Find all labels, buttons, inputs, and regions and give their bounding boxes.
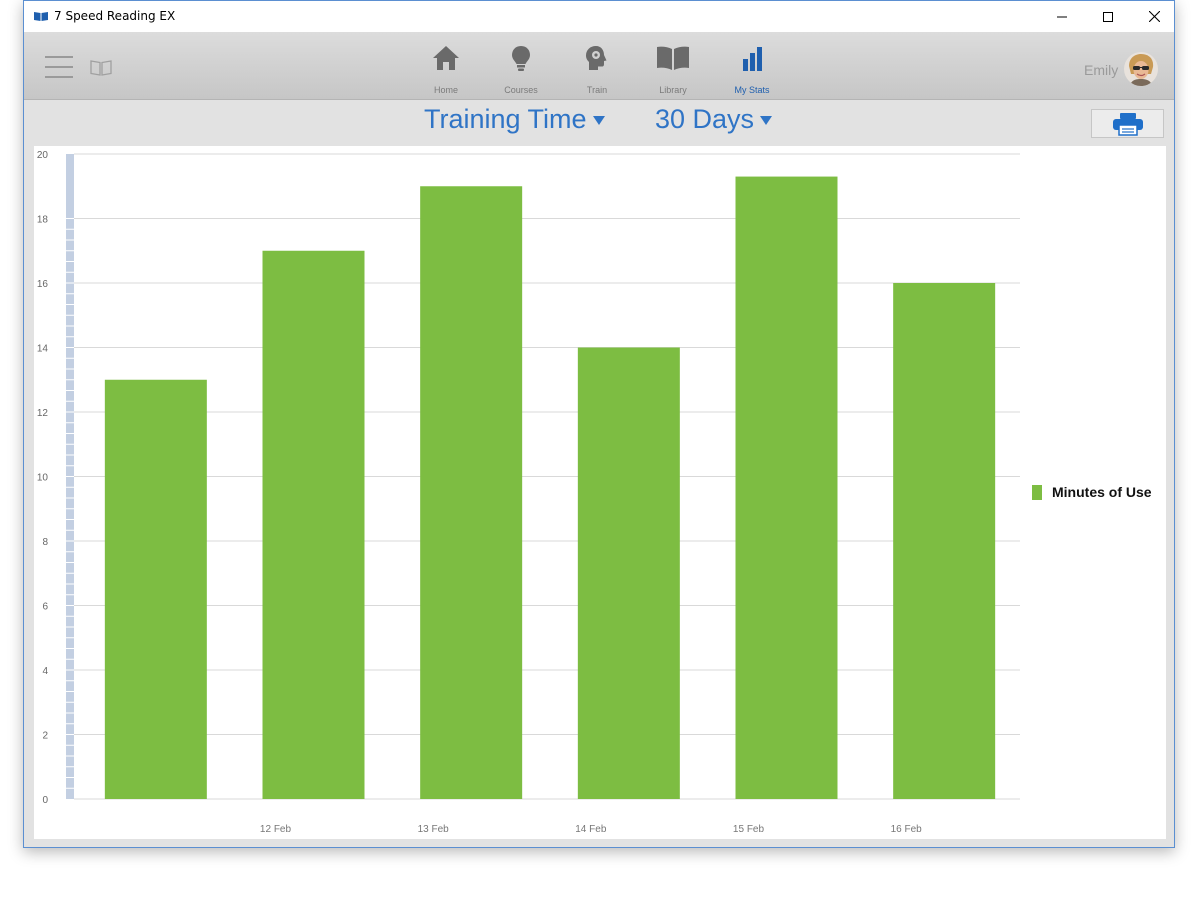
maximize-button[interactable] [1085,1,1131,32]
nav-my-stats[interactable]: My Stats [717,44,787,96]
x-tick-label: 13 Feb [418,824,450,835]
bar [262,250,365,799]
user-avatar-image [1124,52,1158,86]
open-book-icon [657,46,689,70]
y-tick-label: 10 [37,473,49,484]
hamburger-line [45,56,73,58]
chart-panel: 0 2 4 6 8 10 12 14 16 18 20 12 Feb 13 Feb 14 Feb 15 Fe… [34,146,1166,839]
y-tick-label: 16 [37,279,49,290]
y-tick-label: 12 [37,408,49,419]
minimize-button[interactable] [1039,1,1085,32]
hamburger-line [45,76,73,78]
maximize-icon [1103,11,1113,22]
legend-swatch [1032,484,1042,500]
y-tick-label: 4 [42,666,48,677]
bar-chart-icon [743,47,762,71]
nav-train[interactable]: Train [562,44,632,96]
nav-library[interactable]: Library [638,44,708,96]
lightbulb-icon [512,46,530,71]
printer-icon [1112,112,1143,136]
window-title: 7 Speed Reading EX [54,9,176,23]
x-tick-label: 15 Feb [733,824,765,835]
bar [104,379,207,799]
user-name[interactable]: Emily [1084,62,1118,78]
range-dropdown[interactable]: 30 Days [655,104,773,135]
nav-train-label: Train [586,85,608,95]
y-tick-label: 2 [42,731,48,742]
x-tick-label: 16 Feb [891,824,923,835]
chart-legend: Minutes of Use [1032,484,1152,500]
app-book-icon [34,12,48,21]
caret-down-icon [592,116,605,126]
training-time-chart: 0 2 4 6 8 10 12 14 16 18 20 12 Feb 13 Feb 14 Feb 15 Fe… [37,150,1020,835]
y-tick-label: 20 [37,150,49,161]
range-label: 30 Days [655,104,755,134]
stats-content: Training Time 30 Days 0 2 4 6 8 10 12 14 16 18 20 1… [24,100,1174,847]
metric-dropdown[interactable]: Training Time [424,104,605,135]
bar [893,283,996,799]
top-nav-bar: Home Courses Train Library My Stats Emil… [24,32,1174,100]
nav-my-stats-label: My Stats [734,85,770,95]
y-tick-label: 0 [42,795,48,806]
brain-gear-icon [586,46,607,70]
book-outline-icon[interactable] [89,59,113,77]
bar [577,347,680,799]
title-bar: 7 Speed Reading EX [24,1,1174,32]
print-button[interactable] [1091,109,1164,138]
nav-home[interactable]: Home [411,44,481,96]
hamburger-line [45,66,73,68]
bar [420,186,523,799]
y-tick-label: 14 [37,344,49,355]
close-icon [1148,11,1160,22]
y-tick-label: 6 [42,602,48,613]
nav-courses-label: Courses [504,85,538,95]
y-tick-label: 8 [42,537,48,548]
x-tick-label: 14 Feb [575,824,607,835]
x-tick-label: 12 Feb [260,824,292,835]
minimize-icon [1057,16,1067,17]
bar [735,176,838,799]
home-icon [433,46,459,70]
nav-home-label: Home [433,85,458,95]
menu-button[interactable] [45,56,73,80]
avatar[interactable] [1124,52,1158,86]
app-window: 7 Speed Reading EX Home Courses Train Li… [23,0,1175,848]
metric-label: Training Time [424,104,587,134]
caret-down-icon [760,116,773,126]
legend-label: Minutes of Use [1052,484,1152,500]
nav-library-label: Library [659,85,687,95]
y-tick-label: 18 [37,215,49,226]
nav-courses[interactable]: Courses [486,44,556,96]
close-button[interactable] [1131,1,1174,32]
